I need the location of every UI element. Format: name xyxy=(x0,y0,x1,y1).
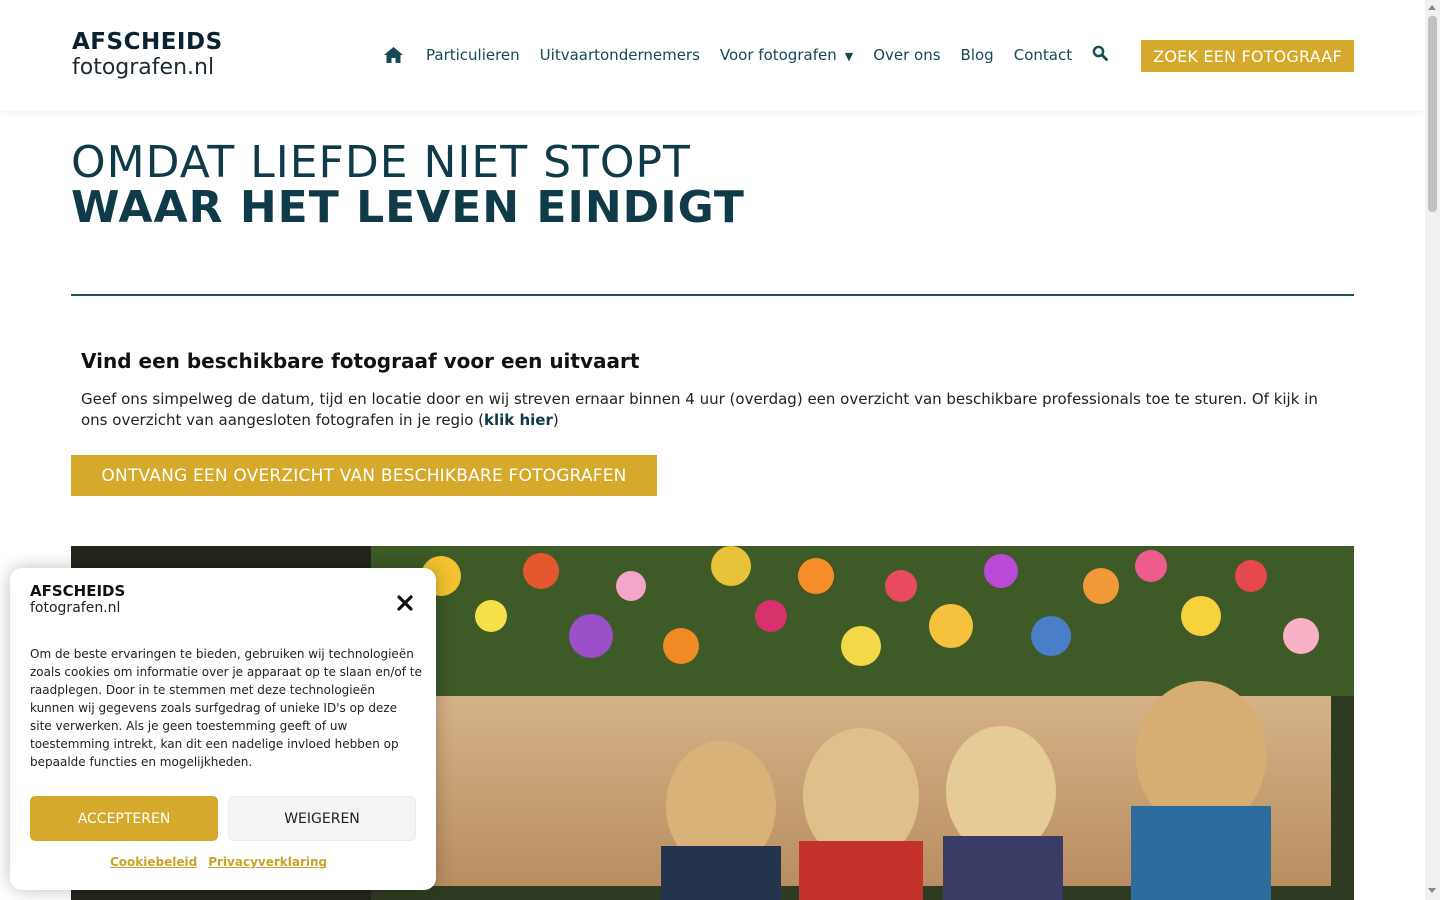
section-body: Geef ons simpelweg de datum, tijd en loc… xyxy=(81,389,1346,431)
search-icon[interactable] xyxy=(1092,45,1108,61)
cookie-text: Om de beste ervaringen te bieden, gebrui… xyxy=(30,647,422,769)
caret-down-icon: ▼ xyxy=(844,50,854,63)
home-icon[interactable] xyxy=(384,45,404,65)
nav-item-over-ons[interactable]: Over ons xyxy=(873,46,940,64)
divider xyxy=(71,294,1354,296)
hero-title-line1: OMDAT LIEFDE NIET STOPT xyxy=(71,137,691,188)
close-icon[interactable] xyxy=(396,594,414,612)
nav-item-contact[interactable]: Contact xyxy=(1014,46,1072,64)
nav-item-blog[interactable]: Blog xyxy=(961,46,994,64)
site-header: AFSCHEIDS fotografen.nl Particulieren Ui… xyxy=(0,0,1425,111)
section-body-end: ) xyxy=(552,411,559,429)
page-scrollbar[interactable] xyxy=(1425,0,1440,900)
scroll-up-icon[interactable] xyxy=(1428,5,1436,10)
scrollbar-thumb[interactable] xyxy=(1428,16,1437,212)
section-body-text: Geef ons simpelweg de datum, tijd en loc… xyxy=(81,390,1318,429)
nav-item-uitvaartondernemers[interactable]: Uitvaartondernemers xyxy=(540,46,700,64)
hero-title-line2: WAAR HET LEVEN EINDIGT xyxy=(71,182,745,233)
click-here-link[interactable]: klik hier xyxy=(484,411,553,429)
logo-line1: AFSCHEIDS xyxy=(72,29,223,55)
cookie-logo: AFSCHEIDS fotografen.nl xyxy=(30,583,125,617)
cookie-logo-line2: fotografen.nl xyxy=(30,600,121,616)
scroll-down-icon[interactable] xyxy=(1428,888,1436,893)
request-overview-button[interactable]: ONTVANG EEN OVERZICHT VAN BESCHIKBARE FO… xyxy=(71,455,657,496)
find-photographer-button[interactable]: ZOEK EEN FOTOGRAAF xyxy=(1141,40,1354,72)
accept-button[interactable]: ACCEPTEREN xyxy=(30,796,218,841)
nav-item-label: Voor fotografen xyxy=(719,46,837,64)
section-title: Vind een beschikbare fotograaf voor een … xyxy=(81,349,640,373)
deny-button[interactable]: WEIGEREN xyxy=(228,796,416,841)
nav-item-voor-fotografen[interactable]: Voor fotografen ▼ xyxy=(720,46,853,64)
main-nav: Particulieren Uitvaartondernemers Voor f… xyxy=(384,44,1134,66)
privacy-statement-link[interactable]: Privacyverklaring xyxy=(208,855,327,869)
site-logo[interactable]: AFSCHEIDS fotografen.nl xyxy=(72,30,223,81)
cookie-consent-dialog: AFSCHEIDS fotografen.nl Om de beste erva… xyxy=(10,568,436,890)
cookie-logo-line1: AFSCHEIDS xyxy=(30,582,126,600)
nav-item-particulieren[interactable]: Particulieren xyxy=(426,46,520,64)
cookie-links: Cookiebeleid Privacyverklaring xyxy=(110,855,327,869)
logo-line2: fotografen.nl xyxy=(72,55,215,80)
cookie-policy-link[interactable]: Cookiebeleid xyxy=(110,855,197,869)
